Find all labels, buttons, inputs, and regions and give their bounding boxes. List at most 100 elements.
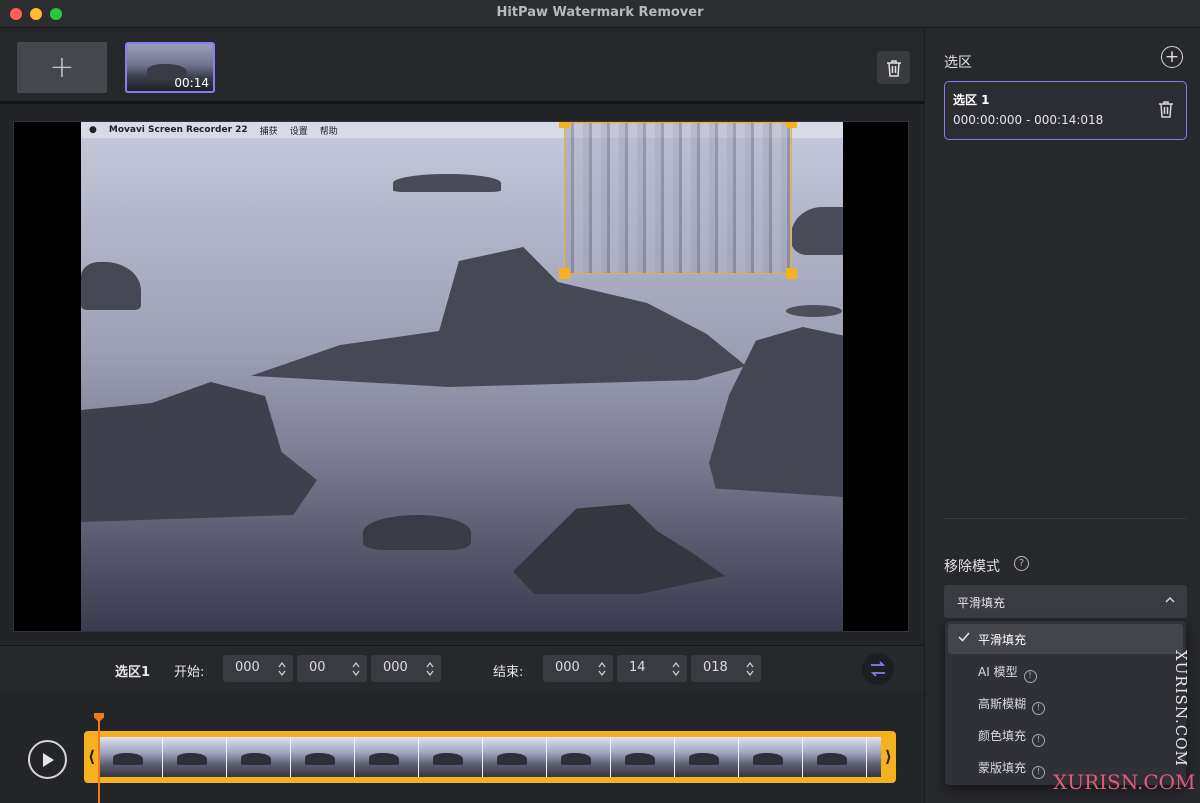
end-frames-value: 14 <box>629 660 646 675</box>
stepper-arrows-icon[interactable] <box>277 660 287 678</box>
editor-area: + 00:14 ● Movavi Screen Recorder 22 捕获 设… <box>0 28 924 803</box>
info-icon[interactable]: ! <box>1032 734 1046 747</box>
mode-option-label: 蒙版填充 <box>978 761 1027 775</box>
remove-mode-label: 移除模式 <box>944 559 1000 575</box>
resize-handle-top-right[interactable] <box>786 122 797 128</box>
end-frames-stepper[interactable]: 14 <box>617 655 687 682</box>
timeline[interactable]: ⟨ ⟩ <box>0 691 924 803</box>
start-label: 开始: <box>174 665 205 680</box>
trim-handle-right[interactable]: ⟩ <box>885 747 892 766</box>
trash-icon[interactable] <box>1158 100 1174 118</box>
apple-icon: ● <box>89 125 97 135</box>
video-preview[interactable]: ● Movavi Screen Recorder 22 捕获 设置 帮助 <box>13 121 909 632</box>
thumbnail-duration: 00:14 <box>174 76 209 90</box>
stepper-arrows-icon[interactable] <box>351 660 361 678</box>
rock-shape <box>363 515 471 550</box>
stepper-arrows-icon[interactable] <box>425 660 435 678</box>
remove-mode-dropdown: 平滑填充 AI 模型! 高斯模糊! 颜色填充! 蒙版填充! <box>945 621 1186 785</box>
frame-thumbnail <box>867 737 881 777</box>
end-seconds-value: 000 <box>555 660 580 675</box>
swap-icon <box>870 661 886 677</box>
selection-card-name: 选区 1 <box>953 93 990 107</box>
window-title: HitPaw Watermark Remover <box>496 5 704 20</box>
remove-mode-selected: 平滑填充 <box>957 596 1006 610</box>
file-bar: + 00:14 <box>0 28 924 104</box>
trim-handle-left[interactable]: ⟨ <box>88 747 95 766</box>
frame-thumbnail <box>163 737 227 777</box>
frame-thumbnail <box>611 737 675 777</box>
frame-strip <box>99 737 881 777</box>
start-ms-stepper[interactable]: 000 <box>371 655 441 682</box>
video-frame: ● Movavi Screen Recorder 22 捕获 设置 帮助 <box>81 122 843 631</box>
rock-shape <box>81 262 141 310</box>
frame-thumbnail <box>355 737 419 777</box>
mode-option-color-fill[interactable]: 颜色填充! <box>948 720 1183 750</box>
frame-thumbnail <box>739 737 803 777</box>
timeline-clip[interactable]: ⟨ ⟩ <box>84 731 896 783</box>
add-selection-button[interactable]: + <box>1161 46 1183 68</box>
settings-panel: 选区 + 选区 1 000:00:000 - 000:14:018 移除模式 ?… <box>924 28 1200 803</box>
apply-range-button[interactable] <box>862 653 894 685</box>
plus-icon: + <box>1164 46 1180 67</box>
recorded-app-name: Movavi Screen Recorder 22 <box>108 125 248 135</box>
rock-shape <box>513 504 725 594</box>
selection-card-range: 000:00:000 - 000:14:018 <box>953 113 1104 127</box>
help-icon[interactable]: ? <box>1014 556 1029 571</box>
end-ms-value: 018 <box>703 660 728 675</box>
frame-thumbnail <box>419 737 483 777</box>
end-ms-stepper[interactable]: 018 <box>691 655 761 682</box>
watermark-text-vertical: XURISN.COM <box>1172 650 1190 767</box>
info-icon[interactable]: ! <box>1032 766 1046 779</box>
selection-time-bar: 选区1 开始: 000 00 000 结束: 000 14 018 <box>0 645 924 691</box>
selection-card[interactable]: 选区 1 000:00:000 - 000:14:018 <box>944 81 1187 140</box>
chevron-up-icon <box>1165 596 1175 603</box>
remove-mode-select[interactable]: 平滑填充 <box>944 585 1187 618</box>
stepper-arrows-icon[interactable] <box>597 660 607 678</box>
rock-shape <box>81 382 317 522</box>
start-seconds-stepper[interactable]: 000 <box>223 655 293 682</box>
end-label: 结束: <box>493 665 524 680</box>
trash-icon <box>886 59 901 77</box>
mode-option-smooth-fill[interactable]: 平滑填充 <box>948 624 1183 654</box>
info-icon[interactable]: ! <box>1023 670 1037 683</box>
play-button[interactable] <box>28 740 67 779</box>
selection-section-title: 选区 <box>944 55 972 71</box>
start-ms-value: 000 <box>383 660 408 675</box>
playhead-handle[interactable] <box>94 713 104 722</box>
recorded-menu-item: 设置 <box>289 126 308 137</box>
rock-shape <box>791 207 843 255</box>
play-icon <box>42 752 54 767</box>
resize-handle-bottom-right[interactable] <box>786 268 797 279</box>
stepper-arrows-icon[interactable] <box>745 660 755 678</box>
watermark-text-bottom: XURISN.COM <box>1053 770 1196 794</box>
start-frames-stepper[interactable]: 00 <box>297 655 367 682</box>
recorded-menu-item: 帮助 <box>319 126 338 137</box>
stepper-arrows-icon[interactable] <box>671 660 681 678</box>
selection-name: 选区1 <box>115 665 151 680</box>
frame-thumbnail <box>675 737 739 777</box>
resize-handle-bottom-left[interactable] <box>559 268 570 279</box>
frame-thumbnail <box>291 737 355 777</box>
mode-option-gaussian-blur[interactable]: 高斯模糊! <box>948 688 1183 718</box>
delete-file-button[interactable] <box>877 51 910 84</box>
watermark-selection-box[interactable] <box>559 122 797 279</box>
frame-thumbnail <box>547 737 611 777</box>
rock-shape <box>393 174 501 192</box>
video-thumbnail[interactable]: 00:14 <box>125 42 215 93</box>
rock-shape <box>786 305 842 317</box>
frame-thumbnail <box>99 737 163 777</box>
add-file-button[interactable]: + <box>17 42 107 93</box>
recorded-menu-item: 捕获 <box>259 126 278 137</box>
start-seconds-value: 000 <box>235 660 260 675</box>
checkmark-icon <box>958 632 970 642</box>
mode-option-ai-model[interactable]: AI 模型! <box>948 656 1183 686</box>
panel-divider <box>944 518 1187 519</box>
resize-handle-top-left[interactable] <box>559 122 570 128</box>
info-icon[interactable]: ! <box>1032 702 1046 715</box>
frame-thumbnail <box>803 737 867 777</box>
title-bar: HitPaw Watermark Remover <box>0 0 1200 28</box>
end-seconds-stepper[interactable]: 000 <box>543 655 613 682</box>
mode-option-label: AI 模型 <box>978 665 1018 679</box>
frame-thumbnail <box>483 737 547 777</box>
playhead[interactable] <box>98 715 100 803</box>
